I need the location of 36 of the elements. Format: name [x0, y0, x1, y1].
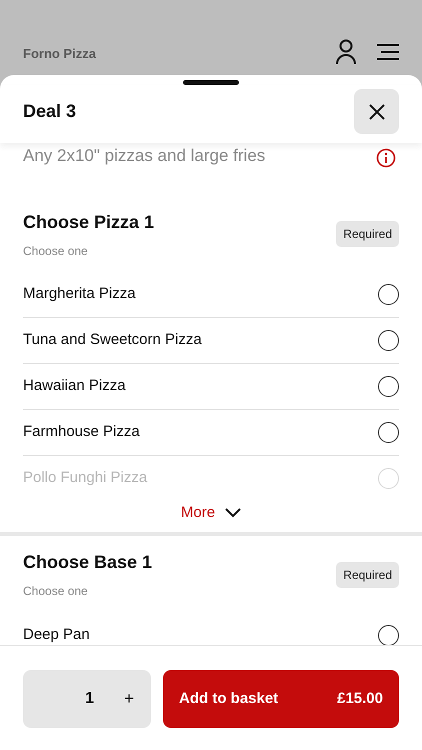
section-subtitle: Choose one [23, 583, 89, 600]
radio-button[interactable] [378, 422, 399, 442]
option-label: Deep Pan [23, 624, 90, 645]
section-title: Choose Base 1 [23, 551, 152, 574]
menu-icon[interactable] [377, 44, 399, 60]
more-button[interactable]: More [180, 502, 242, 524]
option-row[interactable]: Farmhouse Pizza [23, 410, 399, 456]
option-label: Tuna and Sweetcorn Pizza [23, 330, 202, 350]
radio-button[interactable] [378, 284, 399, 304]
increment-button[interactable]: + [124, 686, 134, 712]
drag-handle[interactable] [183, 80, 239, 85]
option-label: Pollo Funghi Pizza [23, 468, 148, 488]
close-icon [368, 104, 384, 120]
app-title: Forno Pizza [23, 44, 96, 62]
price: £15.00 [337, 688, 383, 709]
add-to-basket-label: Add to basket [179, 688, 278, 709]
option-row[interactable]: Margherita Pizza [23, 272, 399, 318]
deal-description: Any 2x10" pizzas and large fries [23, 145, 266, 167]
close-button[interactable] [354, 89, 399, 134]
add-to-basket-button[interactable]: Add to basket £15.00 [163, 670, 399, 728]
section-title: Choose Pizza 1 [23, 210, 154, 234]
radio-button[interactable] [378, 330, 399, 350]
required-badge: Required [336, 562, 399, 588]
option-row[interactable]: Tuna and Sweetcorn Pizza [23, 318, 399, 364]
sheet-title: Deal 3 [23, 100, 76, 123]
option-label: Farmhouse Pizza [23, 422, 140, 442]
radio-button[interactable] [378, 376, 399, 396]
required-badge: Required [336, 221, 399, 247]
option-label: Hawaiian Pizza [23, 376, 126, 396]
option-row[interactable]: Hawaiian Pizza [23, 364, 399, 410]
section-subtitle: Choose one [23, 242, 89, 260]
quantity-value: 1 [85, 689, 94, 709]
option-label: Margherita Pizza [23, 284, 136, 304]
info-icon[interactable] [376, 148, 396, 168]
chevron-down-icon [225, 508, 242, 518]
account-icon[interactable] [335, 39, 357, 65]
